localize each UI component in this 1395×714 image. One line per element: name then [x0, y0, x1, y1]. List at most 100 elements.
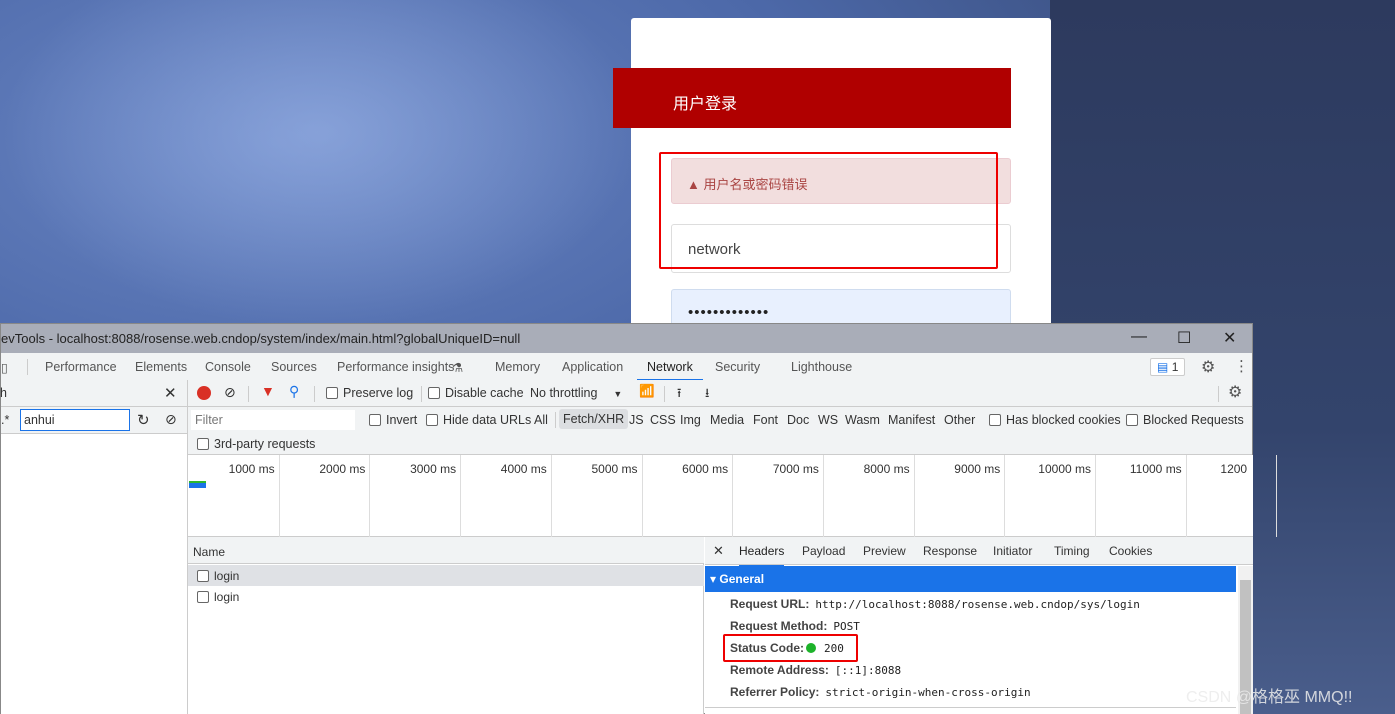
type-js[interactable]: JS: [629, 413, 644, 427]
tab-cookies[interactable]: Cookies: [1109, 544, 1152, 558]
timeline-gridline: [913, 455, 915, 537]
timeline-tick-label: 7000 ms: [772, 462, 819, 476]
export-har-icon[interactable]: ⭳: [705, 384, 709, 405]
tab-preview[interactable]: Preview: [863, 544, 906, 558]
general-section-header[interactable]: ▾ General: [705, 566, 1236, 592]
tab-headers[interactable]: Headers: [739, 544, 785, 567]
maximize-icon[interactable]: ☐: [1177, 328, 1191, 348]
timeline-tick-label: 2000 ms: [319, 462, 366, 476]
tab-payload[interactable]: Payload: [802, 544, 845, 558]
tab-network[interactable]: Network: [637, 360, 703, 381]
type-doc[interactable]: Doc: [787, 413, 809, 427]
request-method-field: Request Method: POST: [730, 619, 860, 633]
search-tab-bar: h ✕: [0, 380, 188, 407]
login-title: 用户登录: [613, 68, 1011, 128]
filter-bar: Filter Invert Hide data URLs All Fetch/X…: [188, 407, 1252, 455]
disable-cache-checkbox[interactable]: Disable cache: [428, 386, 524, 400]
timeline-gridline: [822, 455, 824, 537]
issues-count: 1: [1171, 360, 1179, 374]
tab-security[interactable]: Security: [715, 360, 760, 374]
close-details-icon[interactable]: ✕: [713, 543, 724, 559]
timeline-tick-label: 1000 ms: [228, 462, 275, 476]
type-font[interactable]: Font: [753, 413, 778, 427]
details-tabs: ✕ Headers Payload Preview Response Initi…: [705, 537, 1253, 567]
blocked-requests-checkbox[interactable]: Blocked Requests: [1126, 413, 1244, 427]
timeline-gridline: [1095, 455, 1096, 537]
tab-lighthouse[interactable]: Lighthouse: [791, 360, 852, 374]
refresh-icon[interactable]: ↻: [137, 411, 150, 429]
highlight-box: [659, 152, 998, 269]
clear-log-icon[interactable]: ⊘: [224, 384, 236, 401]
type-manifest[interactable]: Manifest: [888, 413, 935, 427]
remote-address-field: Remote Address: [::1]:8088: [730, 663, 902, 677]
type-css[interactable]: CSS: [650, 413, 676, 427]
tab-console[interactable]: Console: [205, 360, 251, 374]
request-row[interactable]: login: [188, 586, 704, 607]
filter-icon[interactable]: ▼: [261, 383, 275, 399]
watermark: CSDN @格格巫 MMQ!!: [1186, 689, 1353, 706]
search-input[interactable]: anhui: [20, 409, 130, 431]
tab-sources[interactable]: Sources: [271, 360, 317, 374]
more-icon[interactable]: ⋮: [1234, 357, 1249, 375]
settings-icon[interactable]: ⚙: [1201, 357, 1215, 377]
issues-button[interactable]: ▤ 1: [1150, 358, 1186, 376]
timeline-tick-label: 4000 ms: [500, 462, 547, 476]
type-all[interactable]: All: [534, 413, 548, 427]
hide-data-urls-checkbox[interactable]: Hide data URLs: [426, 413, 531, 427]
background-image: [0, 0, 640, 330]
invert-checkbox[interactable]: Invert: [369, 413, 417, 427]
message-icon: ▤: [1157, 360, 1169, 374]
tab-elements[interactable]: Elements: [135, 360, 187, 374]
timeline-gridline: [641, 455, 643, 537]
timeline-gridline: [278, 455, 280, 537]
import-har-icon[interactable]: ⭱: [677, 384, 681, 405]
timeline-tick-label: 5000 ms: [591, 462, 638, 476]
has-blocked-cookies-checkbox[interactable]: Has blocked cookies: [989, 413, 1121, 427]
throttling-select[interactable]: No throttling ▼: [530, 386, 622, 400]
request-url-field: Request URL: http://localhost:8088/rosens…: [730, 597, 1140, 611]
filter-input[interactable]: Filter: [191, 410, 355, 430]
third-party-checkbox[interactable]: 3rd-party requests: [197, 437, 315, 451]
tab-performance-insights[interactable]: Performance insights: [337, 360, 454, 374]
close-icon[interactable]: ✕: [1223, 328, 1236, 348]
timeline-gridline: [460, 455, 462, 537]
timeline-overview[interactable]: 1000 ms 2000 ms 3000 ms 4000 ms 5000 ms 6000 …: [188, 455, 1278, 537]
network-conditions-icon[interactable]: 📶: [639, 384, 655, 399]
type-img[interactable]: Img: [680, 413, 701, 427]
window-title: evTools - localhost:8088/rosense.web.cnd…: [1, 331, 521, 346]
clear-icon[interactable]: ⊘: [165, 411, 177, 428]
preserve-log-checkbox[interactable]: Preserve log: [326, 386, 413, 400]
regex-toggle[interactable]: .*: [1, 413, 9, 427]
tab-application[interactable]: Application: [562, 360, 623, 374]
timeline-gridline: [732, 455, 734, 537]
request-row[interactable]: login: [188, 565, 704, 586]
search-bar: .* anhui ↻ ⊘: [1, 407, 188, 434]
tab-memory[interactable]: Memory: [495, 360, 540, 374]
search-tab-label[interactable]: h: [0, 386, 7, 400]
type-fetch-xhr[interactable]: Fetch/XHR: [559, 409, 629, 429]
devtools-tabs: ▯ Performance Elements Console Sources P…: [1, 353, 1252, 381]
name-column-header[interactable]: Name: [188, 537, 704, 564]
minimize-icon[interactable]: —: [1131, 328, 1147, 346]
timeline-tick-label: 3000 ms: [410, 462, 457, 476]
type-other[interactable]: Other: [944, 413, 975, 427]
close-search-icon[interactable]: ✕: [164, 384, 177, 402]
timeline-tick-label: 1200: [1220, 462, 1248, 476]
type-wasm[interactable]: Wasm: [845, 413, 880, 427]
tab-performance[interactable]: Performance: [45, 360, 117, 374]
network-settings-icon[interactable]: ⚙: [1228, 382, 1242, 402]
type-media[interactable]: Media: [710, 413, 744, 427]
flask-icon: ⚗: [452, 361, 464, 375]
timeline-gridline: [1185, 455, 1187, 537]
network-toolbar: ⊘ ▼ ⚲ Preserve log Disable cache No thro…: [188, 380, 1252, 407]
tab-response[interactable]: Response: [923, 544, 977, 558]
highlight-box: [723, 634, 858, 662]
device-toggle-icon[interactable]: ▯: [1, 360, 8, 375]
tab-timing[interactable]: Timing: [1054, 544, 1090, 558]
search-icon[interactable]: ⚲: [289, 383, 299, 400]
record-icon[interactable]: [197, 386, 211, 400]
referrer-policy-field: Referrer Policy: strict-origin-when-cross…: [730, 685, 1031, 699]
type-ws[interactable]: WS: [818, 413, 838, 427]
timeline-gridline: [1004, 455, 1006, 537]
tab-initiator[interactable]: Initiator: [993, 544, 1032, 558]
